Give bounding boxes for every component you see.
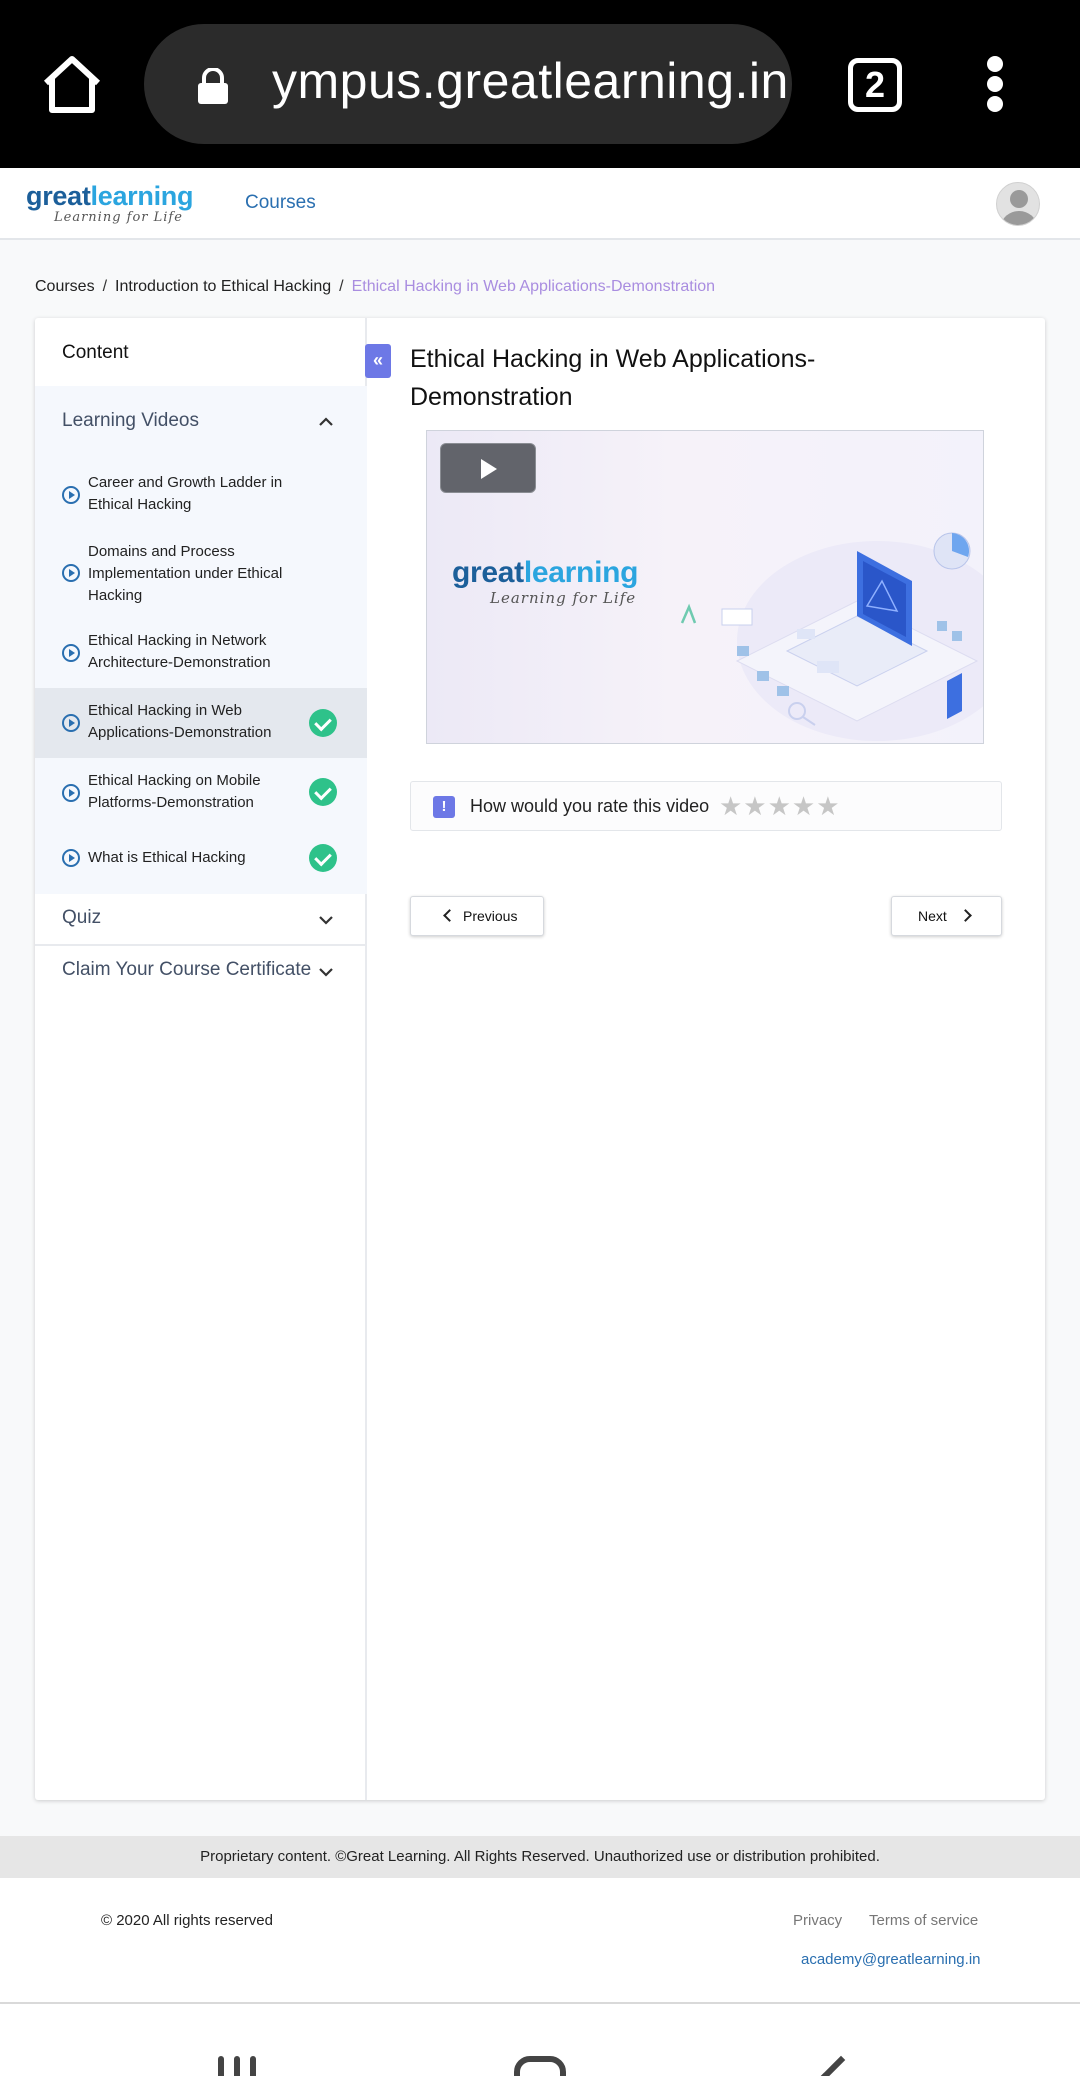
- play-circle-icon: [62, 849, 80, 867]
- breadcrumb-courses[interactable]: Courses: [35, 278, 95, 295]
- chevron-right-icon: [959, 909, 972, 922]
- play-button[interactable]: [440, 443, 536, 493]
- laptop-illustration: [680, 532, 983, 741]
- sidebar-item-video[interactable]: What is Ethical Hacking: [35, 838, 367, 878]
- system-home-icon[interactable]: [514, 2056, 566, 2076]
- certificate-label: Claim Your Course Certificate: [62, 959, 312, 980]
- sidebar-item-video-active[interactable]: Ethical Hacking in Web Applications-Demo…: [35, 688, 367, 758]
- privacy-link[interactable]: Privacy: [793, 1912, 842, 1929]
- site-header: greatlearning Learning for Life Courses: [0, 168, 1080, 240]
- video-logo: greatlearning Learning for Life: [452, 556, 639, 608]
- logo-part-learning: learning: [90, 181, 194, 211]
- url-text: ympus.greatlearning.in: [272, 53, 789, 109]
- address-bar[interactable]: ympus.greatlearning.in: [144, 24, 792, 144]
- breadcrumb-current: Ethical Hacking in Web Applications-Demo…: [351, 278, 716, 295]
- breadcrumb-separator: /: [339, 278, 344, 295]
- certificate-section[interactable]: Claim Your Course Certificate: [35, 946, 367, 998]
- tab-switcher-button[interactable]: 2: [848, 58, 902, 112]
- rating-bar: ! How would you rate this video ★★★★★: [410, 781, 1002, 831]
- system-navigation-bar: [0, 2004, 1080, 2076]
- check-circle-icon: [309, 844, 337, 872]
- sidebar-item-video[interactable]: Domains and Process Implementation under…: [35, 538, 367, 610]
- next-button[interactable]: Next: [891, 896, 1002, 936]
- recent-apps-icon[interactable]: [214, 2056, 260, 2076]
- play-circle-icon: [62, 644, 80, 662]
- page-title: Ethical Hacking in Web Applications-Demo…: [410, 345, 816, 411]
- breadcrumb: Courses / Introduction to Ethical Hacking /…: [35, 278, 715, 296]
- chevron-down-icon: [319, 916, 333, 925]
- video-logo-tagline: Learning for Life: [490, 589, 637, 607]
- sidebar-item-label: Ethical Hacking on Mobile Platforms-Demo…: [88, 772, 261, 811]
- previous-label: Previous: [463, 908, 518, 924]
- greatlearning-logo[interactable]: greatlearning Learning for Life: [26, 182, 193, 225]
- video-logo-part-learning: learning: [523, 556, 639, 589]
- content-sidebar: Content Learning Videos Career and Growt…: [35, 318, 367, 1800]
- sidebar-title: Content: [62, 342, 129, 363]
- terms-link[interactable]: Terms of service: [869, 1912, 978, 1929]
- user-icon: [1001, 190, 1037, 225]
- chevron-down-icon: [319, 968, 333, 977]
- copyright-text: © 2020 All rights reserved: [101, 1912, 273, 1929]
- feedback-icon: !: [433, 796, 455, 818]
- logo-tagline: Learning for Life: [54, 210, 183, 225]
- home-icon[interactable]: [40, 55, 104, 115]
- back-icon[interactable]: [819, 2055, 863, 2076]
- play-circle-icon: [62, 714, 80, 732]
- email-link[interactable]: academy@greatlearning.in: [801, 1951, 981, 1968]
- sidebar-item-label: Domains and Process Implementation under…: [88, 543, 283, 604]
- sidebar-item-label: Ethical Hacking in Web Applications-Demo…: [88, 702, 272, 741]
- breadcrumb-course[interactable]: Introduction to Ethical Hacking: [115, 278, 331, 295]
- sidebar-item-label: Career and Growth Ladder in Ethical Hack…: [88, 474, 283, 513]
- check-circle-icon: [309, 778, 337, 806]
- learning-videos-header[interactable]: Learning Videos: [62, 410, 199, 432]
- previous-button[interactable]: Previous: [410, 896, 544, 936]
- proprietary-notice: Proprietary content. ©Great Learning. Al…: [0, 1836, 1080, 1878]
- breadcrumb-separator: /: [102, 278, 108, 295]
- video-logo-part-great: great: [452, 556, 524, 589]
- sidebar-item-video[interactable]: Ethical Hacking in Network Architecture-…: [35, 626, 367, 680]
- check-circle-icon: [309, 709, 337, 737]
- video-player[interactable]: greatlearning Learning for Life: [426, 430, 984, 744]
- chevron-left-icon: [443, 909, 456, 922]
- play-circle-icon: [62, 784, 80, 802]
- rating-prompt: How would you rate this video: [470, 796, 710, 816]
- next-label: Next: [918, 908, 947, 924]
- collapse-sidebar-button[interactable]: «: [365, 344, 391, 378]
- more-options-icon[interactable]: [984, 56, 1008, 112]
- sidebar-item-label: What is Ethical Hacking: [88, 849, 246, 866]
- quiz-section[interactable]: Quiz: [35, 894, 367, 946]
- sidebar-item-video[interactable]: Ethical Hacking on Mobile Platforms-Demo…: [35, 766, 367, 820]
- star-rating[interactable]: ★★★★★: [719, 791, 841, 822]
- learning-videos-section: Learning Videos Career and Growth Ladder…: [35, 386, 367, 894]
- quiz-label: Quiz: [62, 907, 102, 928]
- browser-toolbar: ympus.greatlearning.in 2: [0, 0, 1080, 168]
- footer: © 2020 All rights reserved Privacy Terms…: [0, 1878, 1080, 2004]
- nav-courses-link[interactable]: Courses: [245, 192, 316, 214]
- chevron-up-icon[interactable]: [318, 414, 334, 430]
- logo-part-great: great: [26, 181, 91, 211]
- sidebar-item-video[interactable]: Career and Growth Ladder in Ethical Hack…: [35, 468, 367, 522]
- lock-icon: [196, 67, 230, 104]
- avatar[interactable]: [996, 182, 1040, 226]
- sidebar-item-label: Ethical Hacking in Network Architecture-…: [88, 632, 271, 671]
- content-card: Content Learning Videos Career and Growt…: [35, 318, 1045, 1800]
- play-circle-icon: [62, 486, 80, 504]
- play-circle-icon: [62, 564, 80, 582]
